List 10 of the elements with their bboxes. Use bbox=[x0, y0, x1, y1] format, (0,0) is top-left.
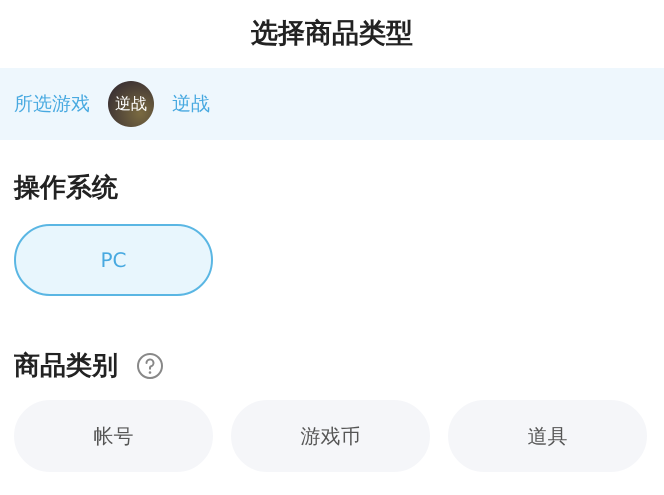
help-icon[interactable] bbox=[136, 352, 164, 380]
option-button[interactable]: 游戏币 bbox=[231, 400, 430, 472]
game-logo-icon: 逆战 bbox=[108, 81, 154, 127]
selected-game-name: 逆战 bbox=[172, 92, 210, 117]
selected-game-label: 所选游戏 bbox=[14, 92, 90, 117]
page-title: 选择商品类型 bbox=[251, 16, 413, 51]
option-button[interactable]: 帐号 bbox=[14, 400, 213, 472]
section-title: 操作系统 bbox=[14, 172, 118, 204]
section-title: 商品类别 bbox=[14, 350, 118, 382]
option-button[interactable]: 道具 bbox=[448, 400, 647, 472]
